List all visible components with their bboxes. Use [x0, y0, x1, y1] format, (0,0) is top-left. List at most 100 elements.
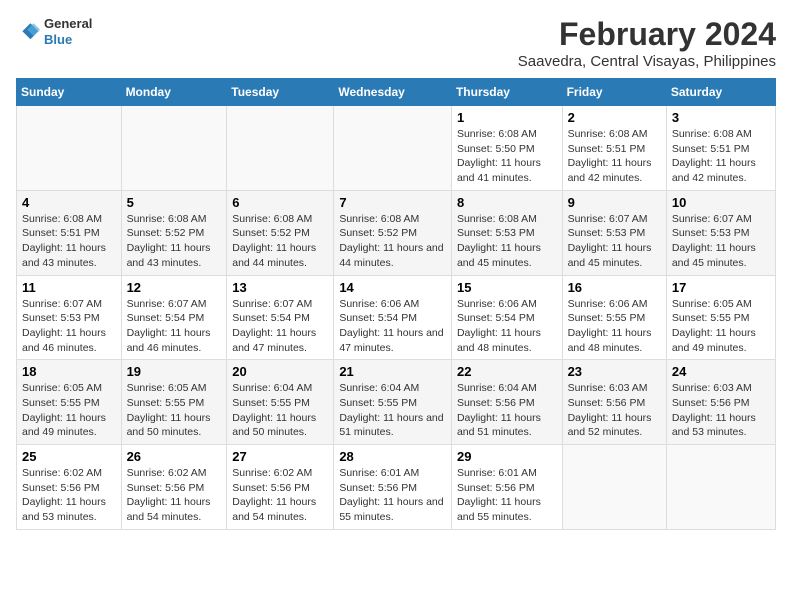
- day-info: Sunrise: 6:02 AMSunset: 5:56 PMDaylight:…: [232, 466, 328, 525]
- day-info: Sunrise: 6:03 AMSunset: 5:56 PMDaylight:…: [672, 381, 770, 440]
- logo: General Blue: [16, 16, 92, 47]
- day-number: 25: [22, 449, 116, 464]
- calendar-cell: 7 Sunrise: 6:08 AMSunset: 5:52 PMDaylight…: [334, 190, 452, 275]
- day-info: Sunrise: 6:04 AMSunset: 5:55 PMDaylight:…: [339, 381, 446, 440]
- calendar-title: February 2024: [518, 16, 776, 53]
- logo-line2: Blue: [44, 32, 92, 48]
- calendar-cell: [666, 445, 775, 530]
- column-header-sunday: Sunday: [17, 79, 122, 106]
- title-block: February 2024 Saavedra, Central Visayas,…: [518, 16, 776, 70]
- calendar-header-row: SundayMondayTuesdayWednesdayThursdayFrid…: [17, 79, 776, 106]
- day-info: Sunrise: 6:08 AMSunset: 5:50 PMDaylight:…: [457, 127, 557, 186]
- column-header-thursday: Thursday: [451, 79, 562, 106]
- day-info: Sunrise: 6:07 AMSunset: 5:53 PMDaylight:…: [672, 212, 770, 271]
- calendar-cell: 28 Sunrise: 6:01 AMSunset: 5:56 PMDayligh…: [334, 445, 452, 530]
- day-info: Sunrise: 6:07 AMSunset: 5:54 PMDaylight:…: [127, 297, 222, 356]
- calendar-cell: 19 Sunrise: 6:05 AMSunset: 5:55 PMDayligh…: [121, 360, 227, 445]
- calendar-cell: 16 Sunrise: 6:06 AMSunset: 5:55 PMDayligh…: [562, 275, 666, 360]
- day-number: 11: [22, 280, 116, 295]
- day-number: 13: [232, 280, 328, 295]
- day-info: Sunrise: 6:05 AMSunset: 5:55 PMDaylight:…: [127, 381, 222, 440]
- day-number: 5: [127, 195, 222, 210]
- calendar-cell: [334, 106, 452, 191]
- calendar-cell: 23 Sunrise: 6:03 AMSunset: 5:56 PMDayligh…: [562, 360, 666, 445]
- day-info: Sunrise: 6:02 AMSunset: 5:56 PMDaylight:…: [22, 466, 116, 525]
- day-info: Sunrise: 6:05 AMSunset: 5:55 PMDaylight:…: [672, 297, 770, 356]
- day-info: Sunrise: 6:01 AMSunset: 5:56 PMDaylight:…: [457, 466, 557, 525]
- day-number: 26: [127, 449, 222, 464]
- page-header: General Blue February 2024 Saavedra, Cen…: [16, 16, 776, 70]
- day-number: 15: [457, 280, 557, 295]
- day-info: Sunrise: 6:06 AMSunset: 5:54 PMDaylight:…: [339, 297, 446, 356]
- calendar-cell: 25 Sunrise: 6:02 AMSunset: 5:56 PMDayligh…: [17, 445, 122, 530]
- day-info: Sunrise: 6:03 AMSunset: 5:56 PMDaylight:…: [568, 381, 661, 440]
- day-info: Sunrise: 6:02 AMSunset: 5:56 PMDaylight:…: [127, 466, 222, 525]
- day-info: Sunrise: 6:05 AMSunset: 5:55 PMDaylight:…: [22, 381, 116, 440]
- day-info: Sunrise: 6:07 AMSunset: 5:54 PMDaylight:…: [232, 297, 328, 356]
- day-number: 7: [339, 195, 446, 210]
- column-header-saturday: Saturday: [666, 79, 775, 106]
- calendar-cell: [227, 106, 334, 191]
- day-number: 16: [568, 280, 661, 295]
- calendar-week-row: 1 Sunrise: 6:08 AMSunset: 5:50 PMDaylight…: [17, 106, 776, 191]
- calendar-week-row: 25 Sunrise: 6:02 AMSunset: 5:56 PMDayligh…: [17, 445, 776, 530]
- day-number: 17: [672, 280, 770, 295]
- calendar-cell: 21 Sunrise: 6:04 AMSunset: 5:55 PMDayligh…: [334, 360, 452, 445]
- calendar-cell: 6Sunrise: 6:08 AMSunset: 5:52 PMDaylight…: [227, 190, 334, 275]
- calendar-cell: 29Sunrise: 6:01 AMSunset: 5:56 PMDayligh…: [451, 445, 562, 530]
- calendar-cell: 14 Sunrise: 6:06 AMSunset: 5:54 PMDayligh…: [334, 275, 452, 360]
- column-header-friday: Friday: [562, 79, 666, 106]
- day-info: Sunrise: 6:08 AMSunset: 5:52 PMDaylight:…: [232, 212, 328, 271]
- calendar-week-row: 18 Sunrise: 6:05 AMSunset: 5:55 PMDayligh…: [17, 360, 776, 445]
- day-info: Sunrise: 6:07 AMSunset: 5:53 PMDaylight:…: [22, 297, 116, 356]
- day-number: 12: [127, 280, 222, 295]
- day-info: Sunrise: 6:08 AMSunset: 5:52 PMDaylight:…: [127, 212, 222, 271]
- calendar-cell: 8Sunrise: 6:08 AMSunset: 5:53 PMDaylight…: [451, 190, 562, 275]
- calendar-cell: 9 Sunrise: 6:07 AMSunset: 5:53 PMDaylight…: [562, 190, 666, 275]
- day-number: 19: [127, 364, 222, 379]
- day-number: 8: [457, 195, 557, 210]
- calendar-cell: 5 Sunrise: 6:08 AMSunset: 5:52 PMDaylight…: [121, 190, 227, 275]
- day-info: Sunrise: 6:01 AMSunset: 5:56 PMDaylight:…: [339, 466, 446, 525]
- day-info: Sunrise: 6:08 AMSunset: 5:51 PMDaylight:…: [22, 212, 116, 271]
- day-number: 4: [22, 195, 116, 210]
- day-number: 23: [568, 364, 661, 379]
- day-number: 14: [339, 280, 446, 295]
- day-number: 9: [568, 195, 661, 210]
- calendar-week-row: 4 Sunrise: 6:08 AMSunset: 5:51 PMDaylight…: [17, 190, 776, 275]
- calendar-cell: 24 Sunrise: 6:03 AMSunset: 5:56 PMDayligh…: [666, 360, 775, 445]
- calendar-cell: 4 Sunrise: 6:08 AMSunset: 5:51 PMDaylight…: [17, 190, 122, 275]
- day-number: 21: [339, 364, 446, 379]
- column-header-monday: Monday: [121, 79, 227, 106]
- day-number: 24: [672, 364, 770, 379]
- calendar-cell: [121, 106, 227, 191]
- calendar-cell: 12 Sunrise: 6:07 AMSunset: 5:54 PMDayligh…: [121, 275, 227, 360]
- day-info: Sunrise: 6:04 AMSunset: 5:56 PMDaylight:…: [457, 381, 557, 440]
- calendar-cell: 20 Sunrise: 6:04 AMSunset: 5:55 PMDayligh…: [227, 360, 334, 445]
- calendar-cell: 27 Sunrise: 6:02 AMSunset: 5:56 PMDayligh…: [227, 445, 334, 530]
- calendar-cell: 1 Sunrise: 6:08 AMSunset: 5:50 PMDaylight…: [451, 106, 562, 191]
- calendar-table: SundayMondayTuesdayWednesdayThursdayFrid…: [16, 78, 776, 530]
- day-info: Sunrise: 6:06 AMSunset: 5:55 PMDaylight:…: [568, 297, 661, 356]
- day-number: 2: [568, 110, 661, 125]
- day-number: 20: [232, 364, 328, 379]
- calendar-cell: 2 Sunrise: 6:08 AMSunset: 5:51 PMDaylight…: [562, 106, 666, 191]
- calendar-cell: 11 Sunrise: 6:07 AMSunset: 5:53 PMDayligh…: [17, 275, 122, 360]
- day-number: 27: [232, 449, 328, 464]
- calendar-cell: 22 Sunrise: 6:04 AMSunset: 5:56 PMDayligh…: [451, 360, 562, 445]
- day-number: 18: [22, 364, 116, 379]
- day-info: Sunrise: 6:06 AMSunset: 5:54 PMDaylight:…: [457, 297, 557, 356]
- calendar-cell: [562, 445, 666, 530]
- day-info: Sunrise: 6:07 AMSunset: 5:53 PMDaylight:…: [568, 212, 661, 271]
- day-number: 1: [457, 110, 557, 125]
- day-number: 28: [339, 449, 446, 464]
- day-info: Sunrise: 6:08 AMSunset: 5:51 PMDaylight:…: [672, 127, 770, 186]
- day-number: 22: [457, 364, 557, 379]
- day-info: Sunrise: 6:08 AMSunset: 5:52 PMDaylight:…: [339, 212, 446, 271]
- day-info: Sunrise: 6:08 AMSunset: 5:51 PMDaylight:…: [568, 127, 661, 186]
- calendar-subtitle: Saavedra, Central Visayas, Philippines: [518, 53, 776, 70]
- logo-text: General Blue: [44, 16, 92, 47]
- column-header-wednesday: Wednesday: [334, 79, 452, 106]
- day-info: Sunrise: 6:04 AMSunset: 5:55 PMDaylight:…: [232, 381, 328, 440]
- calendar-week-row: 11 Sunrise: 6:07 AMSunset: 5:53 PMDayligh…: [17, 275, 776, 360]
